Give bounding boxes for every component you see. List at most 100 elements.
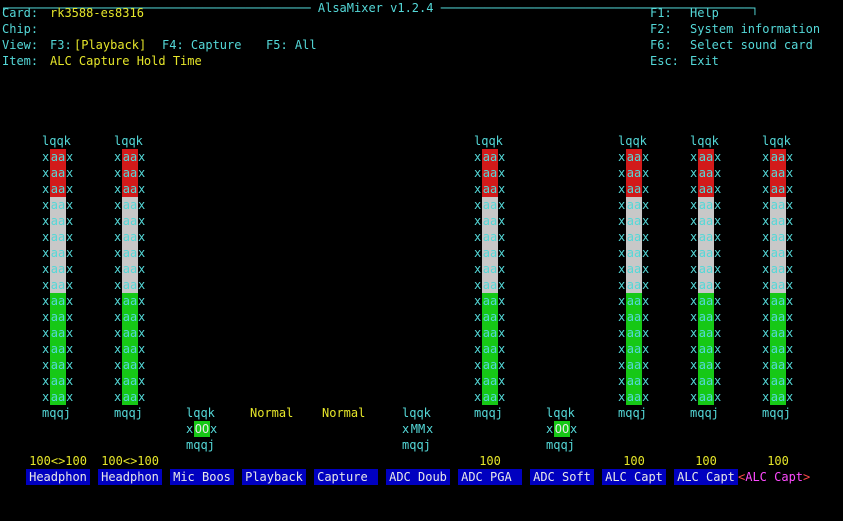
bar-side-left: x [42,326,50,340]
bar-cell: aa [122,389,138,405]
control-label[interactable]: Capture [314,469,378,485]
switch-frame-top: lqqk [186,406,215,420]
bar-side-right: x [714,326,722,340]
control-label[interactable]: ADC Doub [386,469,450,485]
bar-side-left: x [762,326,770,340]
bar-side-left: x [474,374,482,388]
bar-side-left: x [690,390,698,404]
bar-side-right: x [786,262,794,276]
bar-side-left: x [474,182,482,196]
bar-cell: aa [626,165,642,181]
bar-cell: aa [50,277,66,293]
bar-side-right: x [714,310,722,324]
bar-cell: aa [122,245,138,261]
switch-state[interactable]: MM [410,421,426,437]
switch-state[interactable]: OO [554,421,570,437]
switch-side-right: x [426,422,434,436]
enum-value[interactable]: Normal [250,405,293,421]
bar-side-right: x [642,150,650,164]
bar-side-left: x [474,342,482,356]
bar-side-left: x [42,246,50,260]
view-playback-tab[interactable]: [Playback] [74,37,146,53]
view-capture-tab[interactable]: F4: Capture [162,37,241,53]
help-key-f6[interactable]: F6: [650,37,672,53]
bar-cell: aa [50,341,66,357]
bar-side-right: x [66,342,74,356]
bar-cell: aa [482,245,498,261]
help-key-f1[interactable]: F1: [650,5,672,21]
bar-side-left: x [762,294,770,308]
view-all-tab[interactable]: F5: All [266,37,317,53]
control-label[interactable]: ALC Capt [602,469,666,485]
bar-side-right: x [786,390,794,404]
help-key-f2[interactable]: F2: [650,21,672,37]
bar-side-right: x [714,214,722,228]
bar-side-right: x [642,182,650,196]
bar-side-left: x [618,150,626,164]
bar-side-left: x [690,278,698,292]
bar-cell: aa [50,149,66,165]
bar-side-right: x [642,230,650,244]
bar-cell: aa [698,373,714,389]
bar-cell: aa [698,357,714,373]
bar-side-right: x [498,342,506,356]
bar-side-right: x [66,198,74,212]
bar-cell: aa [482,293,498,309]
bar-side-left: x [114,150,122,164]
control-label[interactable]: Headphon [98,469,162,485]
bar-side-left: x [114,390,122,404]
bar-side-right: x [714,150,722,164]
bar-side-left: x [42,262,50,276]
bar-side-left: x [114,278,122,292]
bar-cell: aa [122,293,138,309]
bar-side-left: x [474,294,482,308]
bar-side-left: x [42,310,50,324]
bar-cell: aa [50,309,66,325]
bar-cell: aa [122,357,138,373]
bar-cell: aa [482,389,498,405]
bar-cell: aa [626,325,642,341]
bar-frame-bottom: mqqj [690,406,719,420]
bar-side-left: x [618,182,626,196]
bar-cell: aa [698,277,714,293]
bar-side-left: x [114,166,122,180]
control-value: 100 [623,454,645,468]
bar-side-right: x [714,198,722,212]
control-label-focused[interactable]: <ALC Capt> [738,469,818,485]
control-label[interactable]: ADC PGA [458,469,522,485]
bar-side-right: x [138,374,146,388]
enum-value[interactable]: Normal [322,405,365,421]
bar-side-right: x [786,230,794,244]
bar-side-left: x [114,246,122,260]
help-key-esc[interactable]: Esc: [650,53,679,69]
bar-cell: aa [698,213,714,229]
bar-side-right: x [786,150,794,164]
bar-side-right: x [498,150,506,164]
view-f3-key[interactable]: F3: [50,37,72,53]
control-label[interactable]: Headphon [26,469,90,485]
switch-state[interactable]: OO [194,421,210,437]
bar-cell: aa [50,373,66,389]
bar-side-right: x [138,390,146,404]
bar-side-left: x [618,310,626,324]
control-label[interactable]: ALC Capt [674,469,738,485]
control-label[interactable]: Mic Boos [170,469,234,485]
bar-cell: aa [482,261,498,277]
bar-side-right: x [498,390,506,404]
control-label-text: ALC Capt [745,470,804,484]
bar-cell: aa [698,165,714,181]
bar-cell: aa [770,341,786,357]
bar-frame-top: lqqk [618,134,647,148]
bar-side-right: x [642,294,650,308]
bar-side-right: x [642,342,650,356]
bar-side-right: x [642,262,650,276]
control-label[interactable]: Playback [242,469,306,485]
help-text-f2: System information [690,22,821,36]
control-label[interactable]: ADC Soft [530,469,594,485]
bar-side-right: x [498,246,506,260]
bar-side-left: x [762,150,770,164]
card-value: rk3588-es8316 [50,6,144,20]
bar-side-right: x [714,230,722,244]
bar-side-right: x [714,342,722,356]
bar-cell: aa [770,245,786,261]
